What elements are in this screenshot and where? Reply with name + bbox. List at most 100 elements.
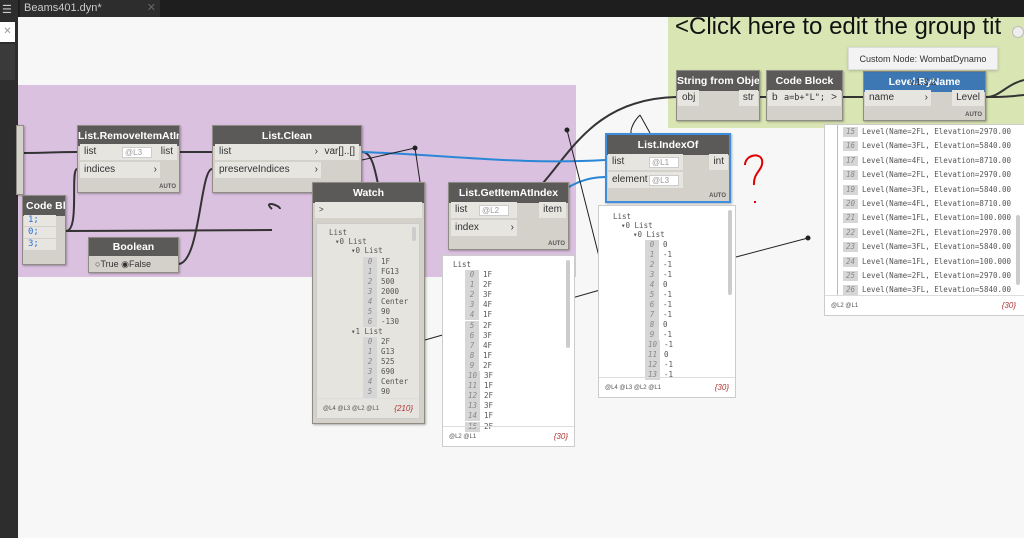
list-value: 0: [663, 320, 668, 329]
list-item: 14 1F: [465, 411, 493, 422]
list-index: 22: [843, 227, 859, 238]
list-index: 3: [363, 287, 377, 297]
code-line[interactable]: 1;: [24, 215, 56, 226]
list-item: 12 2F: [465, 391, 493, 402]
list-value: Level(Name=4FL, Elevation=8710.00: [862, 199, 1012, 208]
list-item: 5 -1: [645, 290, 672, 300]
input-port-list[interactable]: list ›: [215, 144, 321, 160]
node-watch[interactable]: Watch > List ▾0 List ▾0 List 0 1F 1 FG13 2 50…: [312, 182, 425, 424]
list-index: 19: [843, 184, 859, 195]
list-value: -1: [663, 310, 673, 319]
close-tab-icon[interactable]: ✕: [147, 0, 156, 17]
list-index: 12: [645, 360, 661, 370]
lacing-label: AUTO: [709, 193, 726, 199]
node-title: List.Clean: [213, 126, 361, 146]
list-index: 9: [645, 330, 659, 340]
input-port-indices[interactable]: indices ›: [80, 162, 160, 178]
output-port[interactable]: >: [827, 90, 841, 106]
list-value: Level(Name=2FL, Elevation=2970.00: [862, 271, 1012, 280]
list-value: Level(Name=3FL, Elevation=5840.00: [862, 184, 1012, 194]
node-list-indexof[interactable]: List.IndexOf list @L1 element @L3 int AU…: [605, 133, 731, 203]
list-item: 9 -1: [645, 330, 672, 340]
lacing-stepper[interactable]: @L3: [649, 175, 679, 186]
node-code-block-2[interactable]: Code Block b a=b+"L"; >: [766, 70, 843, 121]
list-item: 3 690: [363, 367, 395, 377]
lacing-stepper[interactable]: @L1: [649, 157, 679, 168]
list-value: 690: [381, 367, 395, 376]
list-item: 00: [645, 240, 668, 250]
lacing-stepper[interactable]: @L3: [122, 147, 152, 158]
node-list-removeitematindex[interactable]: List.RemoveItemAtIndex list @L3 indices›…: [77, 125, 180, 193]
node-title: Code Block: [767, 71, 842, 91]
list-value: 0: [663, 280, 668, 289]
list-item: 5 90: [363, 307, 390, 317]
list-index: 14: [465, 411, 481, 422]
list-value: Level(Name=3FL, Elevation=5840.00: [862, 141, 1012, 151]
lacing-stepper[interactable]: @L2: [479, 205, 509, 216]
input-port-preserveindices[interactable]: preserveIndices ›: [215, 162, 321, 178]
list-item: 0 1F: [363, 257, 390, 267]
getitem-preview[interactable]: List 0 1F 1 2F 2 3F 3 4F 4 1F 5 2F 6 3F 7 4F 8 1F 9 2F 10 3F 1…: [442, 255, 575, 447]
menu-icon[interactable]: ☰: [2, 3, 12, 16]
list-index: 2: [645, 260, 659, 270]
list-item: 21 Level(Name=1FL, Elevation=100.000: [843, 213, 1011, 224]
code-line[interactable]: 3;: [24, 239, 56, 250]
output-port-int[interactable]: int: [709, 154, 728, 170]
list-item: 23 Level(Name=3FL, Elevation=5840.00: [843, 242, 1012, 253]
node-boolean[interactable]: Boolean ○True ◉False: [88, 237, 179, 273]
list-value: Level(Name=3FL, Elevation=5840.00: [862, 285, 1012, 295]
tab-beams401[interactable]: Beams401.dyn* ✕: [20, 0, 160, 17]
list-value: Center: [381, 377, 409, 386]
list-item: 5 2F: [465, 320, 492, 331]
input-port-obj[interactable]: obj: [678, 90, 700, 106]
list-index: 8: [465, 350, 479, 361]
node-list-getitematindex[interactable]: List.GetItemAtIndex list @L2 index › item…: [448, 182, 569, 250]
code-line[interactable]: a=b+"L";: [780, 90, 829, 106]
list-index: 1: [363, 267, 377, 277]
group-eye-icon[interactable]: [1012, 26, 1024, 38]
list-value: -1: [663, 290, 673, 299]
list-value: -1: [663, 250, 673, 259]
list-index: 7: [465, 340, 479, 351]
list-item: 7 -1: [645, 310, 672, 320]
list-value: Level(Name=3FL, Elevation=5840.00: [862, 242, 1012, 252]
output-port-list[interactable]: list: [156, 144, 177, 160]
code-line[interactable]: 0;: [24, 227, 56, 238]
output-port-level[interactable]: Level: [952, 90, 984, 106]
radio-true[interactable]: ○True ◉False: [91, 256, 155, 272]
watch-preview[interactable]: List ▾0 List ▾0 List 0 1F 1 FG13 2 500 3 2000 4 C…: [316, 223, 420, 419]
list-item: 2 500: [363, 277, 395, 287]
list-index: 0: [465, 270, 479, 280]
list-item: 9 2F: [465, 360, 492, 371]
list-value: Level(Name=2FL, Elevation=2970.00: [862, 127, 1012, 136]
list-item: 1 G13: [363, 347, 395, 357]
indexof-preview[interactable]: List ▾0 List ▾0 List 0 0 1 -1 2 -1 3 -1 4 0 5 -1 6 -1…: [598, 205, 736, 398]
list-index: 4: [645, 280, 659, 290]
list-index: 20: [843, 199, 859, 209]
list-value: -130: [381, 317, 400, 326]
partial-node[interactable]: [16, 125, 24, 195]
list-value: -1: [663, 260, 673, 269]
level-preview[interactable]: 15 Level(Name=2FL, Elevation=2970.00 16 Lev…: [824, 124, 1024, 316]
output-port-str[interactable]: str: [738, 90, 758, 106]
group-title[interactable]: <Click here to edit the group tit: [675, 13, 1020, 41]
list-item: 25 Level(Name=2FL, Elevation=2970.00: [843, 271, 1011, 281]
list-item: 6 -130: [363, 317, 399, 327]
list-item: 13 3F: [465, 401, 493, 412]
node-title: Boolean: [89, 238, 178, 256]
node-string-from-object[interactable]: String from Object obj str: [676, 70, 760, 121]
list-value: Level(Name=2FL, Elevation=2970.00: [862, 227, 1012, 237]
close-icon[interactable]: ✕: [0, 22, 15, 42]
node-code-block[interactable]: Code Block 1; 0; 3;: [22, 195, 66, 265]
output-port-item[interactable]: item: [539, 202, 566, 218]
list-item: 1 2F: [465, 280, 493, 291]
list-value: 2F: [483, 280, 493, 290]
output-port-var[interactable]: var[]..[]: [320, 144, 359, 160]
list-item: 10 -1: [645, 340, 673, 350]
list-item: 1 FG13: [363, 267, 399, 277]
list-item: 15 Level(Name=2FL, Elevation=2970.00: [843, 127, 1011, 137]
watch-input-port[interactable]: >: [315, 202, 422, 218]
list-index: 1: [465, 280, 479, 291]
list-index: 15: [843, 127, 859, 137]
input-port-index[interactable]: index ›: [451, 220, 517, 236]
